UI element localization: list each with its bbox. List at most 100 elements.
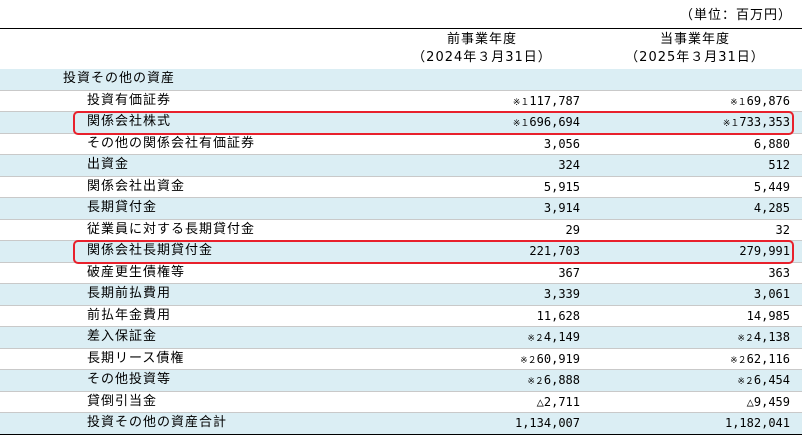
amount-cell: 32: [776, 220, 790, 243]
column-date: （2024年３月31日）: [412, 50, 552, 65]
row-label: その他投資等: [87, 372, 172, 387]
amount-cell: △2,711: [537, 392, 580, 415]
amount-cell: ※２6,888: [527, 370, 580, 393]
amount-cell: ※２4,149: [527, 327, 580, 350]
amount-cell: 3,056: [544, 134, 580, 157]
total-row: 投資その他の資産合計 1,134,007 1,182,041: [0, 413, 802, 435]
highlight-box: [73, 240, 794, 264]
table-row: 関係会社長期貸付金 221,703 279,991: [0, 240, 802, 264]
note-mark: ※１: [730, 97, 747, 108]
amount-value: 6,888: [543, 373, 580, 387]
note-mark: ※２: [527, 377, 544, 387]
amount-cell: ※２4,138: [737, 327, 790, 350]
amount-cell: △9,459: [747, 392, 790, 415]
amount-cell: 29: [566, 220, 580, 243]
amount-value: 367: [558, 265, 580, 280]
column-header-current-year: 当事業年度 （2025年３月31日）: [600, 31, 790, 67]
note-mark: ※１: [512, 97, 530, 108]
table-body: 投資その他の資産 投資有価証券 ※１117,787 ※１69,876 関係会社株式 ※１…: [0, 69, 802, 435]
amount-value: 3,061: [753, 287, 790, 301]
table-row: 関係会社出資金 5,915 5,449: [0, 177, 802, 200]
section-row: 投資その他の資産: [0, 69, 802, 91]
note-mark: ※２: [730, 355, 747, 366]
row-label: 従業員に対する長期貸付金: [87, 221, 256, 237]
amount-value: △9,459: [746, 394, 790, 409]
amount-value: 29: [565, 222, 580, 237]
total-value: 1,182,041: [724, 416, 790, 430]
note-mark: ※２: [520, 355, 537, 366]
amount-value: 3,056: [543, 136, 580, 151]
amount-cell: 363: [768, 263, 790, 286]
amount-value: 3,339: [543, 287, 580, 301]
row-label: 長期貸付金: [87, 200, 158, 215]
amount-cell: 14,985: [747, 306, 790, 329]
amount-value: 4,138: [753, 330, 790, 344]
amount-value: 4,285: [753, 201, 790, 215]
amount-cell: ※１117,787: [513, 91, 580, 114]
amount-value: 14,985: [746, 308, 790, 323]
row-label: 出資金: [87, 157, 130, 172]
amount-value: 62,116: [746, 351, 790, 366]
amount-value: 11,628: [536, 308, 580, 323]
amount-value: 324: [558, 158, 580, 172]
amount-value: 5,915: [543, 179, 580, 194]
column-date: （2025年３月31日）: [625, 50, 765, 65]
row-label: その他の関係会社有価証券: [87, 135, 256, 151]
amount-cell: 3,339: [544, 284, 580, 307]
amount-value: 363: [768, 265, 790, 280]
amount-value: 5,449: [753, 179, 790, 194]
column-title: 前事業年度: [446, 32, 517, 47]
amount-cell: 367: [558, 263, 580, 286]
amount-value: 6,880: [753, 136, 790, 151]
amount-cell: 4,285: [754, 198, 790, 221]
amount-value: △2,711: [536, 394, 580, 409]
row-label: 破産更生債権等: [87, 264, 186, 280]
amount-cell: 6,880: [754, 134, 790, 157]
table-row: 破産更生債権等 367 363: [0, 263, 802, 286]
row-label: 前払年金費用: [87, 307, 172, 323]
table-row: 長期前払費用 3,339 3,061: [0, 284, 802, 306]
amount-value: 117,787: [529, 93, 580, 108]
table-row: 従業員に対する長期貸付金 29 32: [0, 220, 802, 243]
amount-value: 4,149: [543, 330, 580, 344]
amount-cell: ※２60,919: [520, 349, 580, 372]
amount-cell: 5,915: [544, 177, 580, 200]
table-row: 長期貸付金 3,914 4,285: [0, 198, 802, 220]
amount-cell: 3,061: [754, 284, 790, 307]
amount-cell: ※１69,876: [730, 91, 790, 114]
amount-cell: 512: [768, 155, 790, 178]
amount-cell: ※２6,454: [737, 370, 790, 393]
column-title: 当事業年度: [659, 32, 730, 47]
row-label: 長期前払費用: [87, 286, 172, 301]
table-row: 貸倒引当金 △2,711 △9,459: [0, 392, 802, 415]
table-row: 長期リース債権 ※２60,919 ※２62,116: [0, 349, 802, 372]
total-value: 1,134,007: [514, 416, 580, 430]
amount-value: 6,454: [753, 373, 790, 387]
table-row: 出資金 324 512: [0, 155, 802, 177]
row-label: 貸倒引当金: [87, 393, 158, 409]
amount-value: 512: [768, 158, 790, 172]
amount-cell: ※２62,116: [730, 349, 790, 372]
amount-value: 60,919: [536, 351, 580, 366]
note-mark: ※２: [737, 334, 754, 344]
row-label: 差入保証金: [87, 329, 158, 344]
unit-label: （単位：百万円）: [679, 8, 792, 23]
table-row: その他の関係会社有価証券 3,056 6,880: [0, 134, 802, 157]
row-label: 関係会社出資金: [87, 178, 186, 194]
amount-cell: 5,449: [754, 177, 790, 200]
amount-cell: 3,914: [544, 198, 580, 221]
table-row: 差入保証金 ※２4,149 ※２4,138: [0, 327, 802, 349]
table-header: 前事業年度 （2024年３月31日） 当事業年度 （2025年３月31日）: [0, 28, 802, 70]
table-row: 関係会社株式 ※１696,694 ※１733,353: [0, 111, 802, 135]
column-header-previous-year: 前事業年度 （2024年３月31日）: [392, 31, 572, 67]
row-label: 長期リース債権: [87, 350, 185, 366]
amount-value: 3,914: [543, 201, 580, 215]
section-label: 投資その他の資産: [63, 71, 176, 86]
highlight-box: [73, 111, 794, 135]
amount-value: 32: [775, 222, 790, 237]
table-row: 投資有価証券 ※１117,787 ※１69,876: [0, 91, 802, 114]
table-row: その他投資等 ※２6,888 ※２6,454: [0, 370, 802, 392]
amount-cell: 324: [558, 155, 580, 178]
amount-value: 69,876: [746, 93, 790, 108]
total-label: 投資その他の資産合計: [87, 415, 228, 430]
